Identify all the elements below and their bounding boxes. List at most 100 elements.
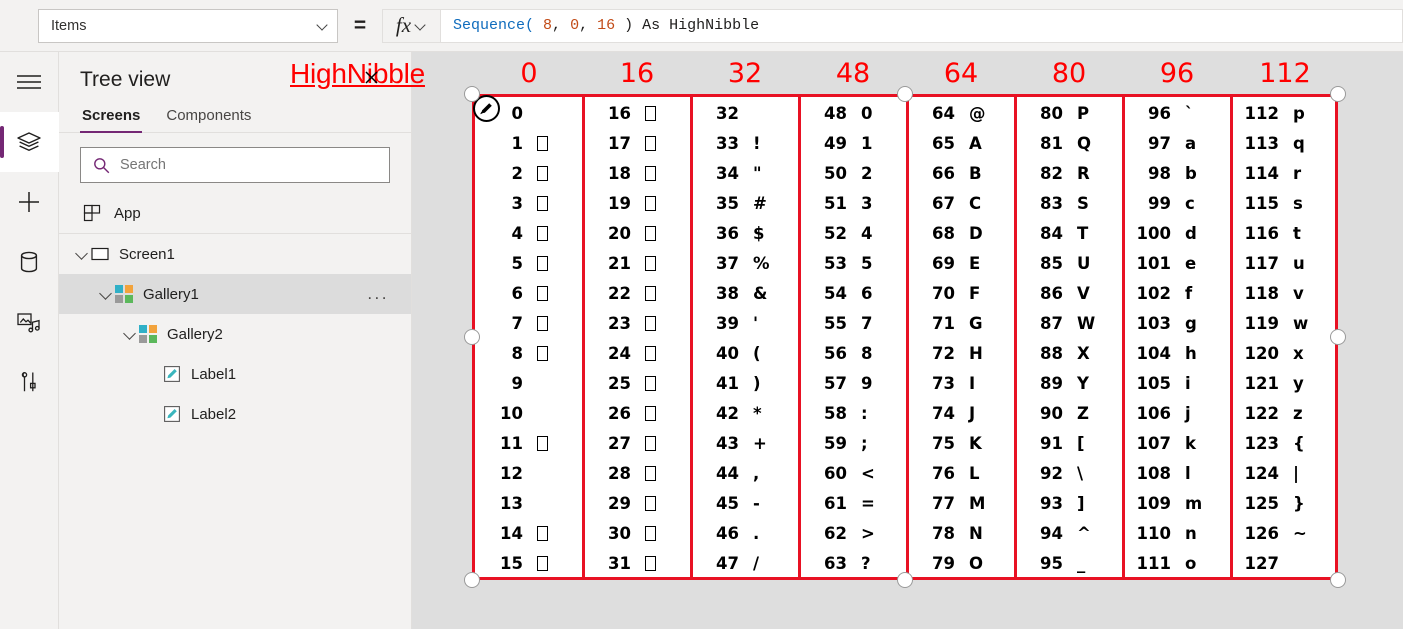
gallery-cell[interactable]: 56 8 [807, 344, 872, 363]
property-dropdown[interactable]: Items [38, 8, 338, 43]
gallery-cell[interactable]: 70 F [915, 284, 980, 303]
gallery-cell[interactable]: 4 [483, 224, 548, 243]
gallery-cell[interactable]: 126 ~ [1239, 524, 1307, 543]
gallery-cell[interactable]: 120 x [1239, 344, 1304, 363]
gallery-cell[interactable]: 123 { [1239, 434, 1305, 453]
gallery-cell[interactable]: 3 [483, 194, 548, 213]
search-box[interactable] [80, 147, 390, 183]
gallery-cell[interactable]: 51 3 [807, 194, 872, 213]
gallery-cell[interactable]: 50 2 [807, 164, 872, 183]
gallery-cell[interactable]: 100 d [1131, 224, 1197, 243]
sidebar-item-tree-view[interactable] [0, 112, 59, 172]
gallery-cell[interactable]: 79 O [915, 554, 983, 573]
gallery-cell[interactable]: 85 U [1023, 254, 1090, 273]
gallery-cell[interactable]: 39 ' [699, 314, 758, 333]
gallery-cell[interactable]: 60 < [807, 464, 875, 483]
gallery-cell[interactable]: 41) [699, 374, 761, 393]
gallery-cell[interactable]: 101 e [1131, 254, 1197, 273]
gallery-cell[interactable]: 45- [699, 494, 760, 513]
gallery-cell[interactable]: 113 q [1239, 134, 1305, 153]
gallery-cell[interactable]: 84 T [1023, 224, 1088, 243]
gallery-cell[interactable]: 96 ` [1131, 104, 1193, 123]
more-options-icon[interactable]: ... [367, 284, 389, 304]
gallery-cell[interactable]: 12 [483, 464, 537, 483]
gallery-cell[interactable]: 117 u [1239, 254, 1305, 273]
gallery-cell[interactable]: 8 [483, 344, 548, 363]
gallery-cell[interactable]: 62 > [807, 524, 875, 543]
chevron-down-icon[interactable] [73, 245, 91, 263]
gallery-cell[interactable]: 2 [483, 164, 548, 183]
gallery-cell[interactable]: 61 = [807, 494, 875, 513]
handle-top-right[interactable] [1330, 86, 1346, 102]
gallery-cell[interactable]: 69 E [915, 254, 980, 273]
gallery-cell[interactable]: 35 # [699, 194, 767, 213]
handle-bottom-right[interactable] [1330, 572, 1346, 588]
gallery-cell[interactable]: 82 R [1023, 164, 1090, 183]
gallery-cell[interactable]: 92 \ [1023, 464, 1083, 483]
gallery-cell[interactable]: 44, [699, 464, 759, 483]
hamburger-menu-icon[interactable] [0, 52, 59, 112]
fx-button[interactable]: fx [382, 8, 440, 43]
handle-bottom-left[interactable] [464, 572, 480, 588]
gallery1-control[interactable]: 0 1 2 3 4 5 6 7 8 9 10 11 12 13 14 15 16 17 18 19 20 21 22 23 24… [472, 94, 1338, 580]
gallery-cell[interactable]: 89 Y [1023, 374, 1089, 393]
gallery-cell[interactable]: 24 [591, 344, 656, 363]
handle-middle-left[interactable] [464, 329, 480, 345]
gallery-cell[interactable]: 36 $ [699, 224, 764, 243]
gallery-cell[interactable]: 57 9 [807, 374, 872, 393]
gallery-cell[interactable]: 109 m [1131, 494, 1203, 513]
gallery-cell[interactable]: 23 [591, 314, 656, 333]
gallery-cell[interactable]: 66 B [915, 164, 982, 183]
gallery-cell[interactable]: 72 H [915, 344, 983, 363]
gallery-cell[interactable]: 78 N [915, 524, 983, 543]
gallery-cell[interactable]: 74 J [915, 404, 975, 423]
gallery-cell[interactable]: 83 S [1023, 194, 1089, 213]
gallery-cell[interactable]: 68 D [915, 224, 983, 243]
gallery-cell[interactable]: 122 z [1239, 404, 1303, 423]
gallery-cell[interactable]: 26 [591, 404, 656, 423]
gallery-cell[interactable]: 14 [483, 524, 548, 543]
gallery-cell[interactable]: 52 4 [807, 224, 872, 243]
gallery-cell[interactable]: 16 [591, 104, 656, 123]
tree-item-app[interactable]: App [59, 193, 411, 234]
gallery-cell[interactable]: 93] [1023, 494, 1085, 513]
gallery-cell[interactable]: 90 Z [1023, 404, 1089, 423]
gallery-cell[interactable]: 124 | [1239, 464, 1299, 483]
tree-item-gallery2[interactable]: Gallery2 [59, 314, 411, 354]
gallery-cell[interactable]: 104 h [1131, 344, 1197, 363]
gallery-cell[interactable]: 15 [483, 554, 548, 573]
gallery-cell[interactable]: 42 * [699, 404, 762, 423]
gallery-cell[interactable]: 30 [591, 524, 656, 543]
gallery-cell[interactable]: 75 K [915, 434, 982, 453]
search-input[interactable] [120, 157, 389, 173]
gallery-cell[interactable]: 80 P [1023, 104, 1089, 123]
gallery-cell[interactable]: 95 _ [1023, 554, 1085, 573]
chevron-down-icon[interactable] [121, 325, 139, 343]
gallery-cell[interactable]: 25 [591, 374, 656, 393]
gallery-cell[interactable]: 1 [483, 134, 548, 153]
gallery-cell[interactable]: 40 ( [699, 344, 761, 363]
gallery-cell[interactable]: 19 [591, 194, 656, 213]
gallery-cell[interactable]: 32 [699, 104, 753, 123]
gallery-cell[interactable]: 88 X [1023, 344, 1090, 363]
gallery-cell[interactable]: 20 [591, 224, 656, 243]
gallery-cell[interactable]: 125} [1239, 494, 1305, 513]
gallery-cell[interactable]: 6 [483, 284, 548, 303]
gallery-cell[interactable]: 111 o [1131, 554, 1197, 573]
gallery-cell[interactable]: 63? [807, 554, 871, 573]
tree-item-screen1[interactable]: Screen1 [59, 234, 411, 274]
sidebar-item-insert[interactable] [0, 172, 59, 232]
gallery-cell[interactable]: 10 [483, 404, 537, 423]
gallery-cell[interactable]: 73 I [915, 374, 975, 393]
gallery-cell[interactable]: 110 n [1131, 524, 1197, 543]
gallery-cell[interactable]: 77 M [915, 494, 985, 513]
tab-components[interactable]: Components [164, 104, 253, 132]
gallery-cell[interactable]: 121 y [1239, 374, 1304, 393]
sidebar-item-advanced-tools[interactable] [0, 352, 59, 412]
gallery-cell[interactable]: 94 ^ [1023, 524, 1091, 543]
formula-input[interactable]: Sequence( 8, 0, 16 ) As HighNibble [440, 8, 1403, 43]
gallery-cell[interactable]: 105 i [1131, 374, 1191, 393]
gallery-cell[interactable]: 55 7 [807, 314, 872, 333]
tree-item-label2[interactable]: Label2 [59, 394, 411, 434]
gallery-cell[interactable]: 115 s [1239, 194, 1303, 213]
